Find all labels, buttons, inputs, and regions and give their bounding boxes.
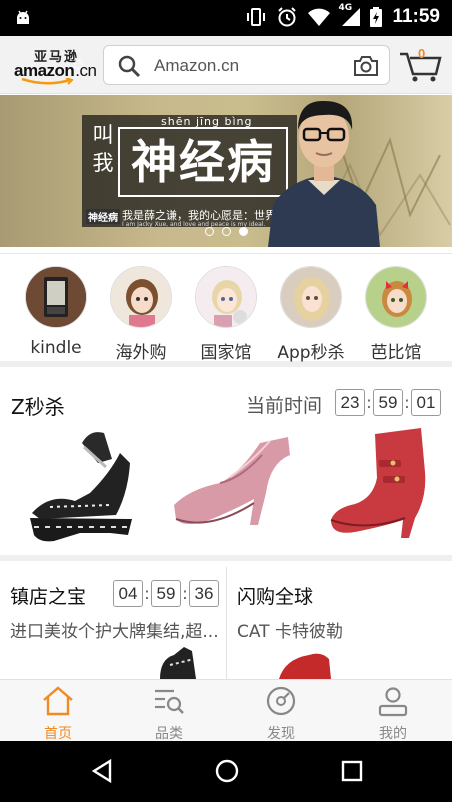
recents-icon[interactable] [340,758,364,784]
category-national[interactable]: 国家馆 [191,266,261,363]
promo-banner[interactable]: 叫我 shēn jīng bìng 神经病 神经病 我是薛之谦，我的心愿是：世界… [0,95,452,247]
card-title: 闪购全球 [237,586,314,608]
timer-seconds: 36 [189,580,219,607]
camera-icon[interactable] [352,54,380,78]
banner-headline: 神经病 [118,127,288,197]
banner-pager [205,221,256,240]
category-label: kindle [30,338,82,358]
category-label: App秒杀 [277,343,345,363]
card-title: 镇店之宝 [10,586,87,608]
product-thumbnail [160,647,196,679]
user-icon [378,687,408,717]
doll-icon [280,266,342,328]
promo-cards: 镇店之宝 04 : 59 : 36 进口美妆个护大牌集结,超... 闪购全球 C… [0,567,452,679]
tab-discover[interactable]: 发现 [246,685,316,743]
bottom-tab-bar: 首页 品类 发现 我的 [0,679,452,743]
category-overseas[interactable]: 海外购 [106,266,176,363]
status-bar: 4G 11:59 [0,0,452,36]
amazon-logo[interactable]: 亚马逊 amazon.cn [14,44,97,86]
card-store-treasure[interactable]: 镇店之宝 04 : 59 : 36 进口美妆个护大牌集结,超... [0,567,226,679]
alarm-icon [278,7,297,27]
kindle-icon [25,266,87,328]
banner-side-text: 叫我 [92,123,114,175]
logo-smile [21,78,74,85]
product-pink-heel[interactable] [170,433,295,543]
tab-label: 首页 [44,726,72,742]
banner-tag: 神经病 [86,209,120,224]
card-description: 进口美妆个护大牌集结,超... [10,622,219,642]
tab-home[interactable]: 首页 [23,685,93,743]
back-icon[interactable] [90,758,114,784]
category-row: kindle 海外购 国家馆 App秒杀 芭比馆 [0,253,452,367]
timer-hours: 04 [113,580,143,607]
app-header: 亚马逊 amazon.cn Amazon.cn 0 [0,36,452,94]
category-app-flash[interactable]: App秒杀 [276,266,346,363]
pager-dot[interactable] [205,227,214,236]
product-thumbnail [279,653,331,679]
doll-icon [195,266,257,328]
timer-minutes: 59 [151,580,181,607]
doll-icon [110,266,172,328]
android-icon [17,10,29,24]
product-black-platform-sandal[interactable] [20,423,142,553]
search-input[interactable]: Amazon.cn [154,56,239,76]
card-description: CAT 卡特彼勒 [237,622,343,642]
network-type: 4G [338,3,353,13]
wifi-icon [308,8,331,26]
search-icon [118,55,141,78]
timer-seconds: 01 [411,389,441,416]
flash-sale-title: Z秒杀 [11,395,65,419]
flash-sale-section[interactable]: Z秒杀 当前时间 23 : 59 : 01 [0,373,452,561]
card-timer: 04 : 59 : 36 [113,580,219,607]
category-barbie[interactable]: 芭比馆 [361,266,431,363]
pager-dot[interactable] [222,227,231,236]
home-circle-icon[interactable] [214,758,240,784]
home-icon [43,686,73,716]
timer-hours: 23 [335,389,365,416]
doll-icon [365,266,427,328]
product-red-ankle-boot[interactable] [325,428,437,548]
category-kindle[interactable]: kindle [21,266,91,358]
tab-profile[interactable]: 我的 [358,685,428,743]
tab-categories[interactable]: 品类 [134,685,204,743]
tab-label: 发现 [267,726,295,742]
cart-count: 0 [418,46,426,61]
category-label: 海外购 [115,343,167,363]
category-label: 国家馆 [200,343,252,363]
category-search-icon [155,689,184,714]
search-bar[interactable]: Amazon.cn [103,45,390,85]
clock: 11:59 [392,6,440,27]
tab-label: 品类 [155,726,183,742]
tab-label: 我的 [379,726,407,742]
battery-charging-icon [370,7,383,27]
current-time-label: 当前时间 [246,395,323,417]
pager-dot-active[interactable] [239,227,248,236]
flash-sale-timer: 23 : 59 : 01 [335,389,441,416]
vibrate-icon [247,8,266,26]
category-label: 芭比馆 [370,343,422,363]
cart-button[interactable]: 0 [398,46,442,84]
card-global-flash[interactable]: 闪购全球 CAT 卡特彼勒 [227,567,452,679]
timer-minutes: 59 [373,389,403,416]
system-navigation-bar [0,741,452,802]
banner-person-image [268,100,380,247]
compass-icon [266,686,296,716]
